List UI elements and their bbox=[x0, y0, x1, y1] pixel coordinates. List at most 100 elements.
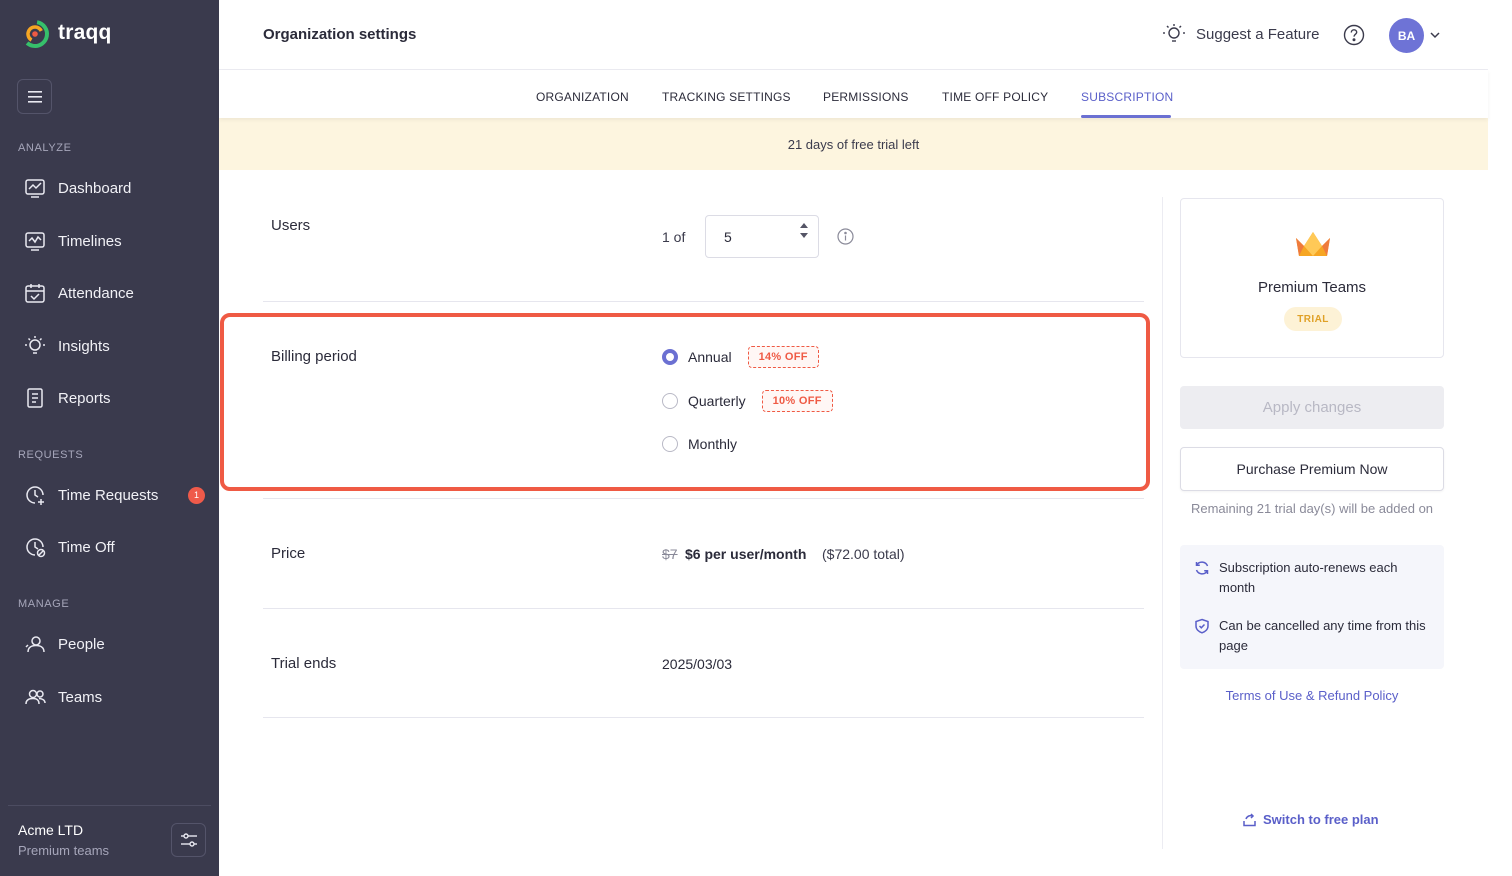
section-title-requests: REQUESTS bbox=[18, 449, 84, 461]
terms-refund-link[interactable]: Terms of Use & Refund Policy bbox=[1180, 688, 1444, 703]
tab-subscription[interactable]: SUBSCRIPTION bbox=[1081, 90, 1173, 104]
sidebar: traqq ANALYZE Dashboard Timelines Attend… bbox=[0, 0, 219, 876]
page-title: Organization settings bbox=[263, 26, 417, 43]
price-new: $6 per user/month bbox=[685, 546, 807, 562]
users-stepper-value: 5 bbox=[724, 229, 732, 245]
sidebar-divider bbox=[8, 805, 211, 806]
lightbulb-icon bbox=[25, 336, 45, 354]
org-settings-button[interactable] bbox=[171, 823, 206, 857]
menu-toggle-button[interactable] bbox=[17, 79, 52, 114]
discount-badge: 14% OFF bbox=[747, 346, 819, 368]
dashboard-icon bbox=[25, 179, 45, 198]
users-stepper[interactable]: 5 bbox=[705, 215, 819, 258]
teams-icon bbox=[25, 689, 46, 705]
active-tab-indicator bbox=[1081, 115, 1171, 118]
sidebar-item-timelines[interactable]: Timelines bbox=[24, 221, 209, 261]
billing-option-quarterly[interactable]: Quarterly 10% OFF bbox=[662, 390, 833, 412]
billing-option-monthly[interactable]: Monthly bbox=[662, 436, 737, 452]
users-label: Users bbox=[271, 217, 311, 234]
plan-card: Premium Teams TRIAL bbox=[1180, 198, 1444, 358]
traqq-logo-icon bbox=[21, 20, 49, 48]
discount-badge: 10% OFF bbox=[761, 390, 833, 412]
section-title-manage: MANAGE bbox=[18, 598, 70, 610]
refresh-icon bbox=[1195, 561, 1209, 575]
feature-text: Subscription auto-renews each month bbox=[1219, 560, 1398, 595]
billing-option-label: Annual bbox=[688, 349, 732, 365]
tab-time-off-policy[interactable]: TIME OFF POLICY bbox=[942, 90, 1048, 104]
radio-annual[interactable] bbox=[662, 349, 678, 365]
remaining-trial-note: Remaining 21 trial day(s) will be added … bbox=[1190, 501, 1434, 516]
reports-icon bbox=[27, 388, 43, 408]
sidebar-item-reports[interactable]: Reports bbox=[24, 378, 209, 418]
switch-free-plan-label: Switch to free plan bbox=[1263, 812, 1379, 827]
sidebar-item-attendance[interactable]: Attendance bbox=[24, 273, 209, 313]
help-icon[interactable] bbox=[1343, 24, 1365, 46]
sidebar-item-time-off[interactable]: Time Off bbox=[24, 527, 209, 567]
header: Organization settings Suggest a Feature … bbox=[219, 0, 1488, 70]
billing-period-label: Billing period bbox=[271, 348, 357, 365]
billing-option-annual[interactable]: Annual 14% OFF bbox=[662, 346, 819, 368]
price-old: $7 bbox=[662, 546, 678, 562]
notification-badge: 1 bbox=[188, 486, 205, 504]
caret-down-icon[interactable] bbox=[800, 233, 808, 238]
sidebar-item-people[interactable]: People bbox=[24, 624, 209, 664]
users-prefix: 1 of bbox=[662, 229, 686, 245]
row-divider bbox=[263, 717, 1144, 718]
user-avatar[interactable]: BA bbox=[1389, 18, 1424, 53]
row-divider bbox=[263, 498, 1144, 499]
apply-changes-button[interactable]: Apply changes bbox=[1180, 386, 1444, 429]
tab-organization[interactable]: ORGANIZATION bbox=[536, 90, 629, 104]
switch-plan-icon bbox=[1243, 812, 1256, 826]
sidebar-item-time-requests[interactable]: Time Requests 1 bbox=[24, 475, 209, 515]
trial-ends-date: 2025/03/03 bbox=[662, 656, 733, 672]
sidebar-item-label: Teams bbox=[58, 688, 103, 706]
people-icon bbox=[25, 636, 45, 653]
section-title-analyze: ANALYZE bbox=[18, 142, 72, 154]
timelines-icon bbox=[25, 232, 45, 251]
calendar-check-icon bbox=[25, 284, 45, 303]
org-plan: Premium teams bbox=[18, 843, 110, 858]
plan-name: Premium Teams bbox=[1257, 279, 1367, 296]
billing-option-label: Quarterly bbox=[688, 393, 746, 409]
tab-tracking-settings[interactable]: TRACKING SETTINGS bbox=[662, 90, 791, 104]
billing-option-label: Monthly bbox=[688, 436, 738, 452]
radio-quarterly[interactable] bbox=[662, 393, 678, 409]
trial-banner: 21 days of free trial left bbox=[219, 118, 1488, 170]
suggest-feature-label: Suggest a Feature bbox=[1196, 25, 1320, 43]
trial-badge: TRIAL bbox=[1284, 307, 1342, 331]
panel-divider bbox=[1162, 197, 1163, 849]
org-name: Acme LTD bbox=[18, 822, 84, 838]
sidebar-item-label: Attendance bbox=[58, 284, 134, 302]
clock-off-icon bbox=[26, 538, 46, 558]
switch-free-plan-link[interactable]: Switch to free plan bbox=[1242, 812, 1379, 827]
tab-permissions[interactable]: PERMISSIONS bbox=[823, 90, 909, 104]
sidebar-item-label: Time Requests bbox=[58, 486, 159, 504]
sliders-icon bbox=[180, 833, 197, 847]
chevron-down-icon[interactable] bbox=[1429, 29, 1441, 41]
caret-up-icon[interactable] bbox=[800, 223, 808, 228]
price-label: Price bbox=[271, 545, 306, 562]
price-total: ($72.00 total) bbox=[822, 546, 905, 562]
lightbulb-icon bbox=[1163, 24, 1185, 42]
feature-auto-renew: Subscription auto-renews each month bbox=[1194, 558, 1430, 598]
sidebar-item-label: Reports bbox=[58, 389, 111, 407]
trial-ends-label: Trial ends bbox=[271, 655, 337, 672]
sidebar-item-label: Timelines bbox=[58, 232, 122, 250]
suggest-feature-button[interactable]: Suggest a Feature bbox=[1162, 22, 1319, 46]
shield-icon bbox=[1195, 618, 1209, 634]
brand-name: traqq bbox=[58, 21, 112, 44]
feature-text: Can be cancelled any time from this page bbox=[1219, 618, 1426, 653]
brand[interactable]: traqq bbox=[20, 16, 112, 50]
sidebar-item-teams[interactable]: Teams bbox=[24, 677, 209, 717]
feature-cancel-anytime: Can be cancelled any time from this page bbox=[1194, 616, 1430, 656]
scroll-gutter bbox=[1488, 0, 1512, 876]
row-divider bbox=[263, 301, 1144, 302]
radio-monthly[interactable] bbox=[662, 436, 678, 452]
sidebar-item-insights[interactable]: Insights bbox=[24, 326, 209, 366]
sidebar-item-dashboard[interactable]: Dashboard bbox=[24, 168, 209, 208]
crown-icon bbox=[1296, 232, 1330, 256]
info-icon[interactable] bbox=[837, 228, 854, 245]
purchase-premium-button[interactable]: Purchase Premium Now bbox=[1180, 447, 1444, 491]
hamburger-icon bbox=[27, 90, 42, 103]
sidebar-item-label: Dashboard bbox=[58, 179, 132, 197]
